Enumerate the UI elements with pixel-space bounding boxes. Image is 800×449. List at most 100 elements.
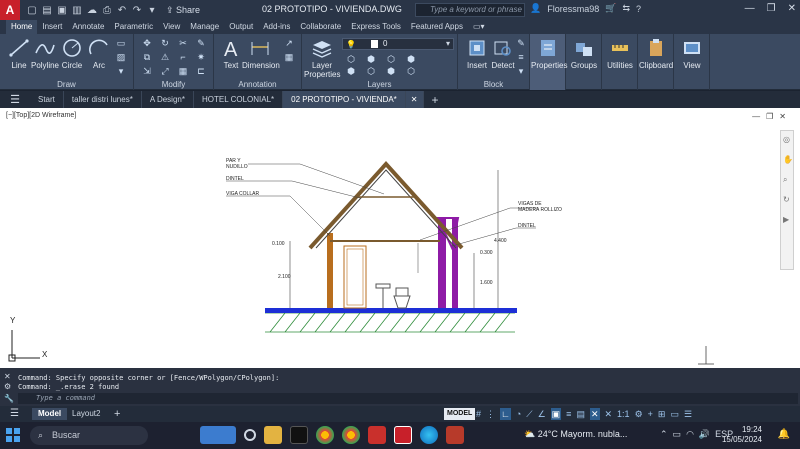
task-view-icon[interactable] bbox=[244, 429, 256, 441]
draw-more-icon[interactable]: ▾ bbox=[114, 66, 128, 77]
print-icon[interactable]: ⎙ bbox=[101, 5, 113, 16]
trim-icon[interactable]: ✂ bbox=[176, 38, 190, 49]
qat-menu-icon[interactable]: ▾ bbox=[146, 5, 158, 16]
leader-icon[interactable]: ↗ bbox=[282, 38, 296, 49]
widgets-app-icon[interactable] bbox=[200, 426, 236, 444]
add-layout-button[interactable]: + bbox=[108, 408, 126, 420]
close-tab-icon[interactable]: ✕ bbox=[405, 91, 424, 108]
ortho-icon[interactable]: ∟ bbox=[500, 408, 511, 420]
tab-insert[interactable]: Insert bbox=[37, 20, 67, 34]
isodraft-icon[interactable]: ⟋ bbox=[526, 408, 532, 420]
arc-tool[interactable]: Arc bbox=[82, 37, 116, 70]
file-explorer-icon[interactable] bbox=[264, 426, 282, 444]
tab-model[interactable]: Model bbox=[32, 408, 68, 420]
move-icon[interactable]: ✥ bbox=[140, 38, 154, 49]
layer-properties-tool[interactable]: Layer Properties bbox=[304, 37, 340, 79]
tab-manage[interactable]: Manage bbox=[185, 20, 224, 34]
volume-icon[interactable]: 🔊 bbox=[699, 429, 710, 440]
array-icon[interactable]: ▦ bbox=[176, 66, 190, 77]
units-icon[interactable]: ⊞ bbox=[658, 408, 666, 420]
customization-icon[interactable]: ☰ bbox=[684, 408, 692, 420]
file-tab-vivienda[interactable]: 02 PROTOTIPO - VIVIENDA* bbox=[283, 91, 406, 108]
annotation-scale-icon[interactable]: ✕ bbox=[589, 408, 600, 420]
model-space-button[interactable]: MODEL bbox=[444, 408, 476, 420]
tab-collaborate[interactable]: Collaborate bbox=[295, 20, 346, 34]
autocad-taskbar-icon[interactable] bbox=[394, 426, 412, 444]
share-button[interactable]: ⇪ Share bbox=[166, 5, 200, 16]
tab-layout2[interactable]: Layout2 bbox=[66, 408, 106, 420]
hamburger-menu-icon[interactable]: ☰ bbox=[0, 93, 30, 106]
undo-icon[interactable]: ↶ bbox=[116, 5, 128, 16]
cloud-icon[interactable]: ☁ bbox=[86, 5, 98, 16]
edge-icon[interactable] bbox=[420, 426, 438, 444]
clipboard-tool[interactable]: Clipboard bbox=[638, 34, 674, 90]
fillet-icon[interactable]: ⌐ bbox=[176, 52, 190, 63]
dimension-tool[interactable]: Dimension bbox=[242, 37, 280, 70]
groups-button[interactable]: Groups bbox=[567, 37, 601, 70]
close-command-line-icon[interactable]: ✕ bbox=[4, 372, 11, 381]
drawing-area[interactable]: [−][Top][2D Wireframe] — ❐ ✕ ◎ ✋ ⌕ ↻ ▶ P… bbox=[0, 108, 800, 368]
close-button[interactable]: ✕ bbox=[788, 3, 796, 14]
save-as-icon[interactable]: ▥ bbox=[71, 5, 83, 16]
autocad-logo[interactable]: A bbox=[0, 0, 20, 20]
annotation-monitor-icon[interactable]: + bbox=[648, 408, 653, 420]
tab-add-ins[interactable]: Add-ins bbox=[258, 20, 295, 34]
view-button[interactable]: View bbox=[675, 37, 709, 70]
chrome-profile-icon[interactable] bbox=[342, 426, 360, 444]
layer-tool-icon[interactable]: ⬡ bbox=[404, 66, 418, 77]
office-app-icon[interactable] bbox=[368, 426, 386, 444]
user-name[interactable]: Floressma98 bbox=[547, 4, 599, 14]
scale-value[interactable]: 1:1 bbox=[617, 408, 630, 420]
chevron-up-icon[interactable]: ⌃ bbox=[660, 429, 668, 440]
terminal-app-icon[interactable] bbox=[290, 426, 308, 444]
mirror-icon[interactable]: ⚠ bbox=[158, 52, 172, 63]
layer-tool-icon[interactable]: ⬢ bbox=[384, 66, 398, 77]
view-tool[interactable]: View bbox=[674, 34, 710, 90]
weather-widget[interactable]: ⛅ 24°C Mayorm. nubla... bbox=[524, 429, 627, 440]
tab-output[interactable]: Output bbox=[224, 20, 258, 34]
tab-home[interactable]: Home bbox=[6, 20, 38, 34]
maximize-button[interactable]: ❐ bbox=[767, 3, 776, 14]
polar-icon[interactable]: ◔ bbox=[516, 408, 521, 420]
scale-icon[interactable]: ⤢ bbox=[158, 66, 172, 77]
ribbon-toggle-icon[interactable]: ▭▾ bbox=[468, 20, 490, 34]
quick-properties-icon[interactable]: ▭ bbox=[670, 408, 679, 420]
tab-annotate[interactable]: Annotate bbox=[67, 20, 109, 34]
copy-icon[interactable]: ⧉ bbox=[140, 52, 154, 63]
redo-icon[interactable]: ↷ bbox=[131, 5, 143, 16]
layer-tool-icon[interactable]: ⬡ bbox=[384, 54, 398, 65]
layer-tool-icon[interactable]: ⬢ bbox=[404, 54, 418, 65]
object-snap-icon[interactable]: ▣ bbox=[550, 408, 562, 420]
block-attr-icon[interactable]: ≡ bbox=[514, 52, 528, 63]
customize-icon[interactable]: ⚙ bbox=[4, 382, 11, 391]
properties-tool[interactable]: Properties bbox=[530, 34, 567, 90]
tab-view[interactable]: View bbox=[158, 20, 185, 34]
wrench-icon[interactable]: 🔧 bbox=[4, 394, 14, 403]
exchange-icon[interactable]: ⇆ bbox=[622, 3, 630, 14]
file-tab-a-design[interactable]: A Design* bbox=[142, 91, 194, 108]
clipboard-button[interactable]: Clipboard bbox=[639, 37, 673, 70]
snap-icon[interactable]: ⋮ bbox=[486, 408, 495, 420]
layer-tool-icon[interactable]: ⬢ bbox=[364, 54, 378, 65]
layer-tool-icon[interactable]: ⬡ bbox=[344, 54, 358, 65]
offset-icon[interactable]: ⊏ bbox=[194, 66, 208, 77]
wifi-icon[interactable]: ◠ bbox=[686, 429, 694, 440]
file-tab-taller[interactable]: taller distri lunes* bbox=[64, 91, 142, 108]
transparency-icon[interactable]: ▤ bbox=[576, 408, 585, 420]
open-file-icon[interactable]: ▤ bbox=[41, 5, 53, 16]
layer-dropdown[interactable]: 💡 0 ▾ bbox=[342, 38, 454, 50]
properties-button[interactable]: Properties bbox=[531, 37, 567, 70]
block-edit-icon[interactable]: ✎ bbox=[514, 38, 528, 49]
utilities-button[interactable]: Utilities bbox=[603, 37, 637, 70]
tab-parametric[interactable]: Parametric bbox=[109, 20, 158, 34]
lineweight-icon[interactable]: ≡ bbox=[566, 408, 571, 420]
file-tab-start[interactable]: Start bbox=[30, 91, 64, 108]
workspace-gear-icon[interactable]: ⚙ bbox=[635, 408, 643, 420]
chrome-icon[interactable] bbox=[316, 426, 334, 444]
rotate-icon[interactable]: ↻ bbox=[158, 38, 172, 49]
save-icon[interactable]: ▣ bbox=[56, 5, 68, 16]
help-icon[interactable]: ? bbox=[636, 4, 641, 14]
file-tab-hotel-colonial[interactable]: HOTEL COLONIAL* bbox=[194, 91, 284, 108]
winrar-icon[interactable] bbox=[446, 426, 464, 444]
layout-menu-icon[interactable]: ☰ bbox=[10, 408, 19, 419]
